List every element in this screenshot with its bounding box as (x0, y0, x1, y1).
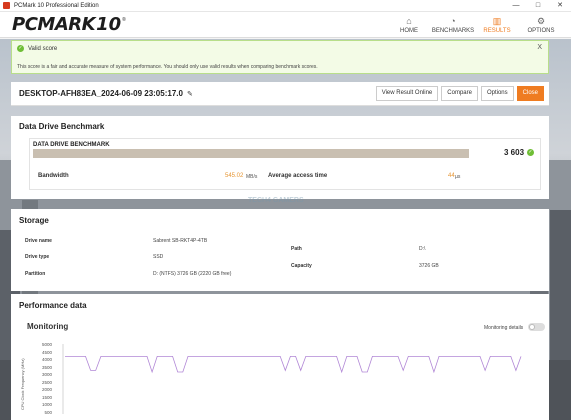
options-button[interactable]: Options (480, 86, 514, 101)
y-tick-label: 2500 (41, 379, 52, 385)
gauge-icon: ◔ (450, 15, 456, 26)
valid-score-banner: ✓ Valid score X This score is a fair and… (11, 40, 549, 74)
y-tick-label: 1500 (41, 394, 52, 400)
ddb-score-card: DATA DRIVE BENCHMARK 3 603 ✓ Bandwidth 5… (29, 138, 541, 190)
drive-type-label: Drive type (25, 254, 50, 260)
path-label: Path (291, 246, 302, 252)
bar-chart-icon: ▥ (492, 15, 502, 26)
monitoring-details-label: Monitoring details (484, 325, 524, 331)
cpu-frequency-chart (62, 344, 522, 414)
window-title: PCMark 10 Professional Edition (14, 2, 99, 9)
tech4gamers-watermark: TECH4 GAMERS (248, 197, 304, 204)
storage-title: Storage (19, 216, 49, 225)
drive-name-value: Sabrent SB-RKT4P-4TB (153, 238, 208, 244)
result-name: DESKTOP-AFH83EA_2024-06-09 23:05:17.0 (19, 89, 183, 98)
cpu-frequency-line (65, 355, 522, 374)
gear-icon: ⚙ (536, 15, 546, 26)
y-tick-label: 5000 (41, 342, 52, 347)
partition-value: D: (NTFS) 3726 GB (2220 GB free) (153, 271, 232, 277)
monitoring-details-toggle[interactable] (528, 323, 545, 331)
nav-benchmarks[interactable]: ◔ BENCHMARKS (431, 15, 475, 34)
nav-results[interactable]: ▥ RESULTS (479, 16, 515, 34)
logo-registered: ® (122, 17, 126, 23)
path-value: D:\ (419, 246, 426, 252)
main-nav: ⌂ HOME ◔ BENCHMARKS ▥ RESULTS ⚙ OPTIONS (383, 16, 559, 34)
nav-label: RESULTS (483, 27, 511, 34)
access-time-value: 44 (448, 173, 455, 179)
ddb-score: 3 603 (504, 148, 525, 157)
bandwidth-unit: MB/s (246, 174, 258, 180)
y-tick-label: 3500 (41, 364, 52, 370)
capacity-label: Capacity (291, 263, 312, 269)
storage-panel: Storage Drive name Sabrent SB-RKT4P-4TB … (11, 209, 549, 291)
access-time-label: Average access time (268, 173, 328, 179)
bandwidth-value: 545.02 (225, 173, 244, 179)
close-result-button[interactable]: Close (516, 86, 544, 101)
pcmark-logo: PCMARK 10 ® (12, 14, 126, 35)
window-close-button[interactable]: ✕ (549, 0, 571, 12)
valid-banner-close-button[interactable]: X (537, 44, 542, 51)
data-drive-benchmark-panel: Data Drive Benchmark DATA DRIVE BENCHMAR… (11, 116, 549, 199)
compare-button[interactable]: Compare (441, 86, 478, 101)
home-icon: ⌂ (406, 15, 412, 26)
ddb-card-label: DATA DRIVE BENCHMARK (33, 142, 110, 148)
valid-check-icon: ✓ (17, 45, 24, 52)
score-valid-check-icon: ✓ (527, 149, 534, 156)
maximize-button[interactable]: □ (527, 0, 549, 12)
y-tick-label: 2000 (41, 387, 52, 392)
minimize-button[interactable]: — (505, 0, 527, 12)
partition-label: Partition (25, 271, 46, 277)
view-result-online-button[interactable]: View Result Online (375, 86, 439, 101)
y-tick-label: 3000 (41, 372, 52, 377)
nav-label: OPTIONS (527, 27, 555, 34)
performance-data-panel: Performance data Monitoring Monitoring d… (11, 294, 549, 420)
nav-label: HOME (400, 27, 418, 34)
y-tick-label: 4500 (41, 349, 52, 355)
app-header: PCMARK 10 ® ⌂ HOME ◔ BENCHMARKS ▥ RESULTS ⚙ OPT… (0, 12, 571, 38)
drive-name-label: Drive name (25, 238, 52, 244)
y-tick-label: 1000 (41, 402, 52, 407)
nav-label: BENCHMARKS (431, 27, 475, 34)
performance-title: Performance data (19, 301, 87, 310)
pencil-icon[interactable]: ✎ (187, 90, 193, 98)
logo-version: 10 (96, 14, 122, 35)
monitoring-card: Monitoring Monitoring details CPU Clock … (19, 318, 545, 418)
result-header: DESKTOP-AFH83EA_2024-06-09 23:05:17.0 ✎ … (11, 82, 549, 106)
app-icon (3, 2, 10, 9)
bandwidth-label: Bandwidth (38, 173, 69, 179)
valid-score-text: This score is a fair and accurate measur… (17, 64, 318, 70)
main-content: ✓ Valid score X This score is a fair and… (0, 39, 571, 420)
capacity-value: 3726 GB (419, 263, 439, 269)
window-titlebar: PCMark 10 Professional Edition — □ ✕ (0, 0, 571, 12)
ddb-title: Data Drive Benchmark (19, 122, 105, 131)
access-time-unit: µs (455, 174, 461, 180)
monitoring-title: Monitoring (27, 322, 69, 331)
ddb-score-bar (33, 149, 469, 158)
y-tick-label: 500 (44, 409, 52, 415)
y-axis-label: CPU Clock Frequency (MHz) (20, 358, 25, 410)
nav-home[interactable]: ⌂ HOME (391, 16, 427, 34)
logo-brand: PCMARK (12, 14, 96, 35)
valid-score-title: Valid score (28, 45, 58, 52)
toggle-knob (529, 324, 535, 330)
drive-type-value: SSD (153, 254, 164, 260)
y-tick-label: 4000 (41, 357, 52, 362)
nav-options[interactable]: ⚙ OPTIONS (523, 16, 559, 34)
